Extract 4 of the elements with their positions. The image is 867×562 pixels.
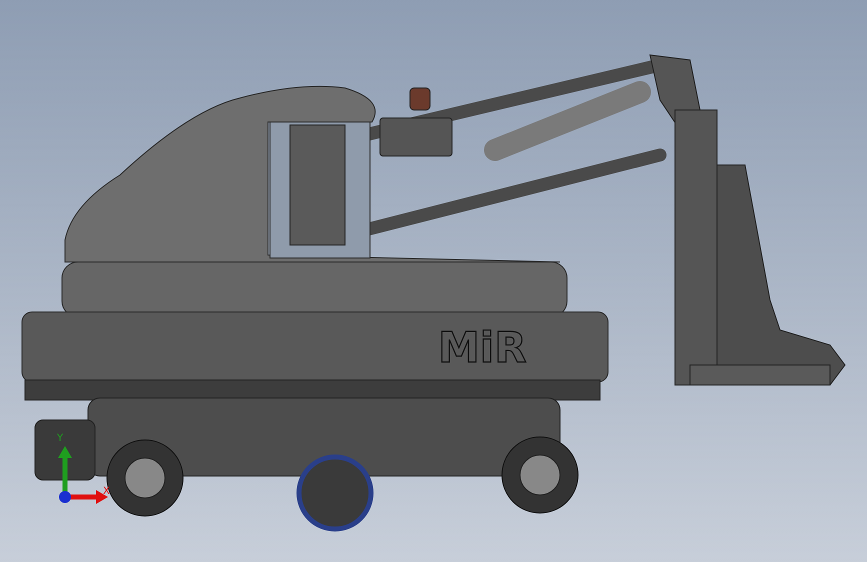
origin-icon — [59, 491, 71, 503]
axis-label: Y — [57, 433, 64, 444]
axis-label: X — [103, 486, 110, 497]
logo-text: MiR — [438, 323, 527, 372]
